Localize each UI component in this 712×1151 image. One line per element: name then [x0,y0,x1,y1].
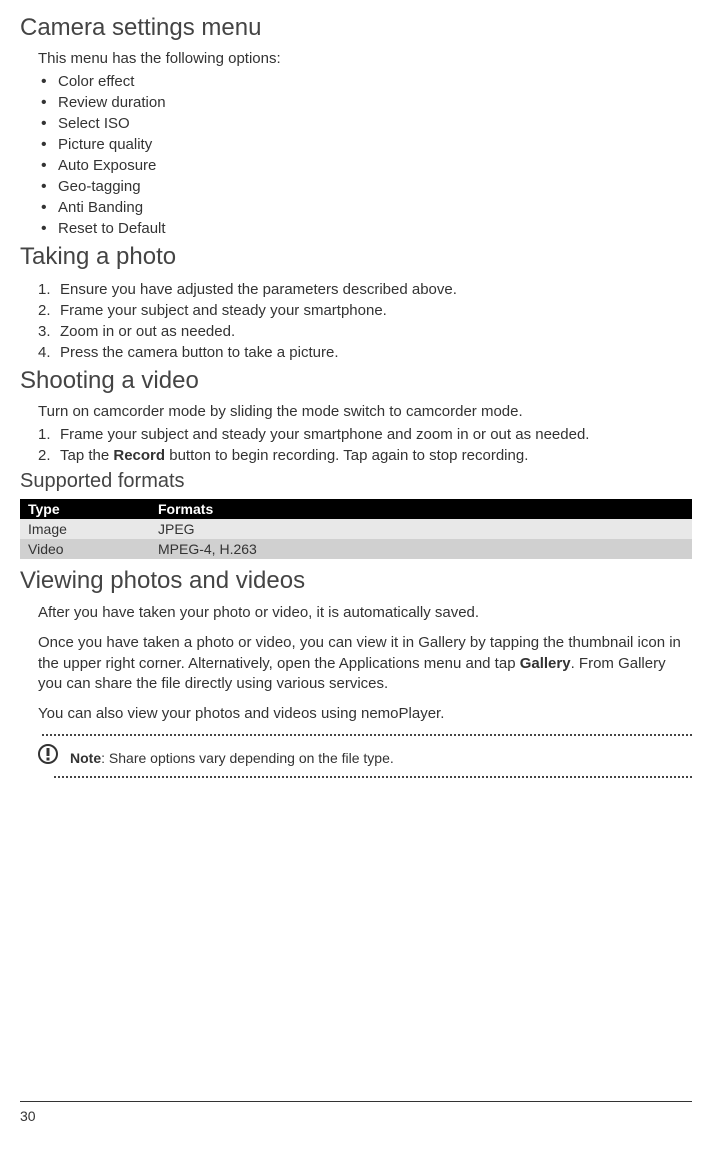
note-top-border [42,734,692,736]
table-row: Video MPEG-4, H.263 [20,539,692,559]
list-item: Zoom in or out as needed. [38,321,692,342]
table-row: Image JPEG [20,519,692,539]
text: : Share options vary depending on the fi… [101,750,394,766]
list-item: Anti Banding [38,197,692,218]
table-cell: JPEG [150,519,692,539]
table-cell: MPEG-4, H.263 [150,539,692,559]
viewing-para1: After you have taken your photo or video… [38,603,692,623]
shooting-video-steps: Frame your subject and steady your smart… [38,424,692,466]
list-item: Select ISO [38,113,692,134]
note-label: Note [70,750,101,766]
list-item: Review duration [38,92,692,113]
shooting-video-intro: Turn on camcorder mode by sliding the mo… [38,403,692,420]
table-cell: Image [20,519,150,539]
table-cell: Video [20,539,150,559]
page-footer: 30 [20,1101,692,1126]
table-header: Formats [150,499,692,519]
list-item: Auto Exposure [38,155,692,176]
list-item: Frame your subject and steady your smart… [38,424,692,445]
list-item: Ensure you have adjusted the parameters … [38,279,692,300]
list-item: Geo-tagging [38,176,692,197]
note-bottom-border [54,776,692,778]
intro-text: This menu has the following options: [38,50,692,67]
heading-taking-photo: Taking a photo [20,243,692,271]
list-item: Press the camera button to take a pictur… [38,342,692,363]
note-box: Note: Share options vary depending on th… [42,742,692,776]
table-header: Type [20,499,150,519]
heading-viewing-photos: Viewing photos and videos [20,567,692,595]
text: Tap the [60,447,113,464]
heading-supported-formats: Supported formats [20,470,692,493]
camera-settings-list: Color effect Review duration Select ISO … [38,71,692,239]
alert-icon [38,744,58,769]
note-content: Note: Share options vary depending on th… [70,750,394,766]
viewing-para3: You can also view your photos and videos… [38,704,692,724]
list-item: Color effect [38,71,692,92]
heading-shooting-video: Shooting a video [20,367,692,395]
formats-table: Type Formats Image JPEG Video MPEG-4, H.… [20,499,692,559]
heading-camera-settings: Camera settings menu [20,14,692,42]
record-label: Record [113,447,165,464]
taking-photo-steps: Ensure you have adjusted the parameters … [38,279,692,363]
page-number: 30 [20,1108,36,1124]
viewing-para2: Once you have taken a photo or video, yo… [38,633,692,694]
gallery-label: Gallery [520,655,571,672]
list-item: Tap the Record button to begin recording… [38,445,692,466]
list-item: Reset to Default [38,218,692,239]
list-item: Picture quality [38,134,692,155]
text: button to begin recording. Tap again to … [165,447,528,464]
list-item: Frame your subject and steady your smart… [38,300,692,321]
